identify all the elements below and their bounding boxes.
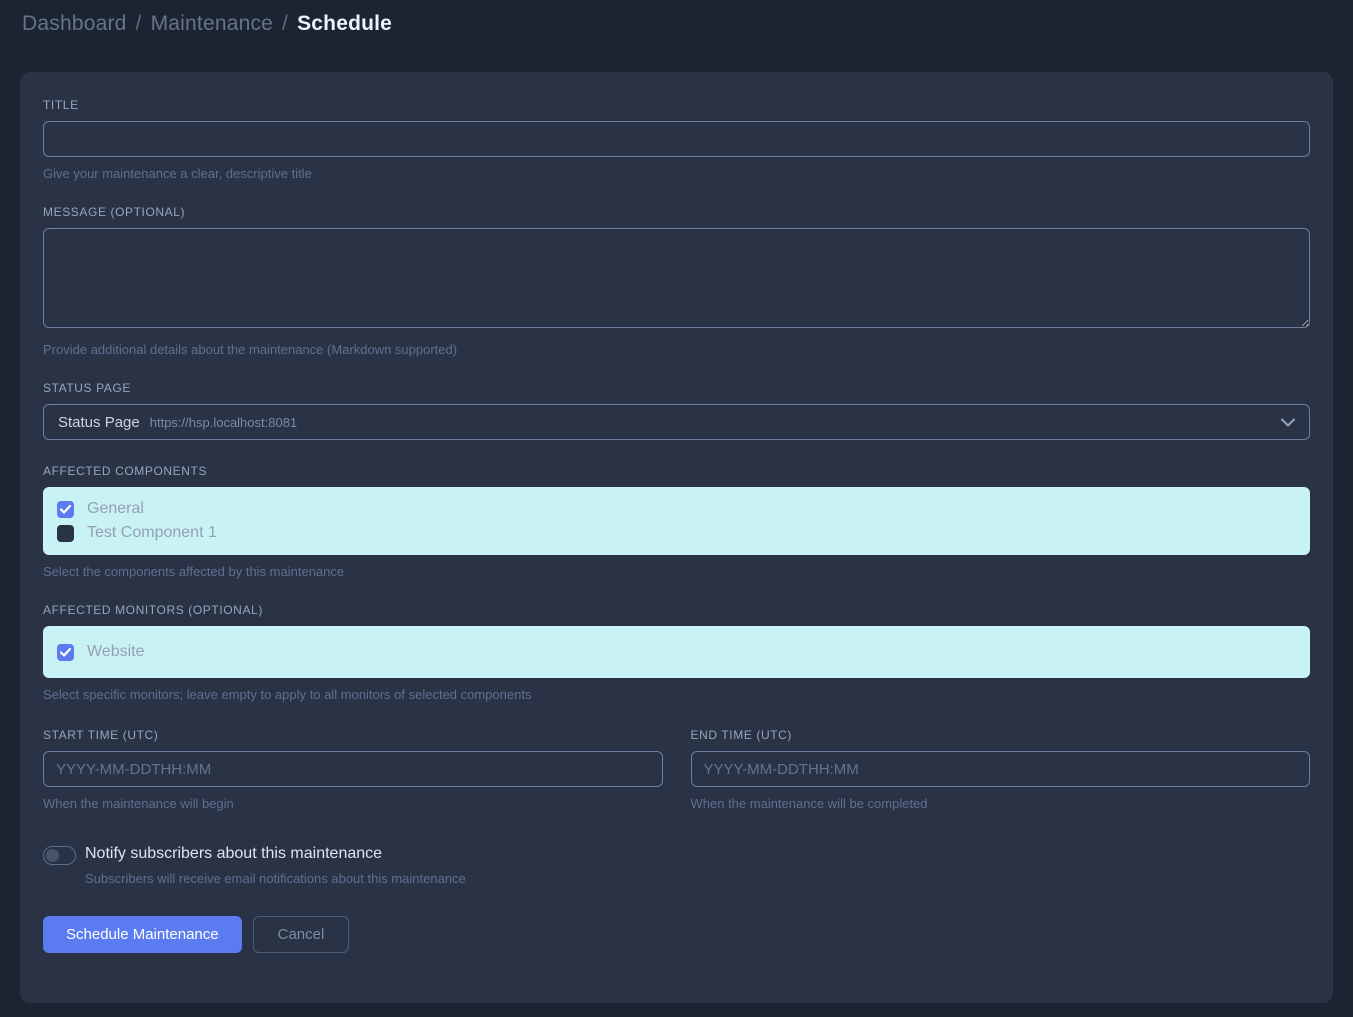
monitor-website-checkbox[interactable]	[57, 644, 74, 661]
message-textarea[interactable]	[43, 228, 1310, 328]
affected-components-section: AFFECTED COMPONENTS General Test Compone…	[43, 464, 1310, 579]
toggle-knob	[46, 849, 59, 862]
component-general-label: General	[87, 500, 144, 518]
start-time-input[interactable]	[43, 751, 663, 787]
message-helper: Provide additional details about the mai…	[43, 342, 1310, 357]
title-input[interactable]	[43, 121, 1310, 157]
chevron-down-icon	[1281, 418, 1295, 427]
breadcrumb-current-schedule: Schedule	[297, 12, 392, 36]
title-label: TITLE	[43, 98, 1310, 112]
notify-toggle[interactable]	[43, 846, 76, 865]
status-page-select[interactable]: Status Page https://hsp.localhost:8081	[43, 404, 1310, 440]
end-time-input[interactable]	[691, 751, 1311, 787]
breadcrumb-separator: /	[282, 12, 288, 36]
top-bar: Dashboard / Maintenance / Schedule	[0, 0, 1353, 48]
affected-components-label: AFFECTED COMPONENTS	[43, 464, 1310, 478]
start-time-helper: When the maintenance will begin	[43, 796, 663, 811]
affected-components-helper: Select the components affected by this m…	[43, 564, 1310, 579]
monitors-panel: Website	[43, 626, 1310, 678]
affected-monitors-section: AFFECTED MONITORS (OPTIONAL) Website Sel…	[43, 603, 1310, 702]
component-row-test-component-1[interactable]: Test Component 1	[57, 524, 1296, 542]
status-page-label: STATUS PAGE	[43, 381, 1310, 395]
status-page-section: STATUS PAGE Status Page https://hsp.loca…	[43, 381, 1310, 440]
end-time-section: END TIME (UTC) When the maintenance will…	[691, 728, 1311, 811]
component-test-component-1-checkbox[interactable]	[57, 525, 74, 542]
time-grid: START TIME (UTC) When the maintenance wi…	[43, 728, 1310, 811]
notify-helper: Subscribers will receive email notificat…	[85, 871, 466, 886]
start-time-section: START TIME (UTC) When the maintenance wi…	[43, 728, 663, 811]
breadcrumb-dashboard[interactable]: Dashboard	[22, 12, 127, 36]
notify-section: Notify subscribers about this maintenanc…	[43, 845, 1310, 886]
title-helper: Give your maintenance a clear, descripti…	[43, 166, 1310, 181]
affected-monitors-label: AFFECTED MONITORS (OPTIONAL)	[43, 603, 1310, 617]
schedule-maintenance-button[interactable]: Schedule Maintenance	[43, 916, 242, 953]
status-page-selected-url: https://hsp.localhost:8081	[150, 415, 297, 430]
component-row-general[interactable]: General	[57, 500, 1296, 518]
end-time-label: END TIME (UTC)	[691, 728, 1311, 742]
schedule-maintenance-form-card: TITLE Give your maintenance a clear, des…	[20, 72, 1333, 1003]
affected-monitors-helper: Select specific monitors; leave empty to…	[43, 687, 1310, 702]
cancel-button[interactable]: Cancel	[253, 916, 350, 953]
breadcrumb-maintenance[interactable]: Maintenance	[151, 12, 273, 36]
message-section: MESSAGE (OPTIONAL) Provide additional de…	[43, 205, 1310, 357]
form-actions: Schedule Maintenance Cancel	[43, 916, 1310, 953]
title-section: TITLE Give your maintenance a clear, des…	[43, 98, 1310, 181]
monitor-website-label: Website	[87, 643, 145, 661]
message-label: MESSAGE (OPTIONAL)	[43, 205, 1310, 219]
status-page-selected-name: Status Page	[58, 414, 140, 431]
monitor-row-website[interactable]: Website	[57, 643, 1296, 661]
breadcrumb: Dashboard / Maintenance / Schedule	[22, 12, 392, 36]
start-time-label: START TIME (UTC)	[43, 728, 663, 742]
components-panel: General Test Component 1	[43, 487, 1310, 555]
component-test-component-1-label: Test Component 1	[87, 524, 217, 542]
end-time-helper: When the maintenance will be completed	[691, 796, 1311, 811]
breadcrumb-separator: /	[136, 12, 142, 36]
notify-texts: Notify subscribers about this maintenanc…	[85, 845, 466, 886]
notify-label: Notify subscribers about this maintenanc…	[85, 845, 466, 863]
component-general-checkbox[interactable]	[57, 501, 74, 518]
